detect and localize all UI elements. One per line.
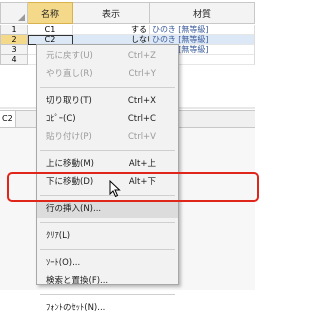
cell-reference: C2 — [0, 111, 16, 127]
menu-item-label: ｿｰﾄ(O)... — [46, 258, 81, 268]
menu-item-shortcut: Alt+上 — [128, 159, 156, 169]
menu-item-find-replace[interactable]: 検索と置換(F)... — [37, 272, 178, 290]
menu-item-label: ｺﾋﾟｰ(C) — [46, 114, 76, 124]
menu-item-label: 検索と置換(F)... — [46, 276, 109, 286]
menu-item-label: 貼り付け(P) — [46, 132, 92, 142]
menu-separator — [40, 87, 175, 88]
row-header[interactable]: 1 — [0, 25, 28, 35]
menu-item-shortcut: Ctrl+Z — [127, 51, 156, 61]
column-header-name[interactable]: 名称 — [28, 2, 73, 24]
menu-item-label: 切り取り(T) — [46, 96, 92, 106]
menu-separator — [40, 150, 175, 151]
row-header[interactable]: 4 — [0, 55, 28, 65]
menu-separator — [40, 249, 175, 250]
menu-item-copy[interactable]: ｺﾋﾟｰ(C) Ctrl+C — [37, 110, 178, 128]
menu-item-label: 元に戻す(U) — [46, 51, 93, 61]
column-header-material[interactable]: 材質 — [150, 2, 255, 24]
cell-material[interactable]: ひのき [無等級] — [150, 25, 255, 35]
menu-item-label: 下に移動(D) — [46, 177, 94, 187]
menu-separator — [40, 294, 175, 295]
menu-item-label: やり直し(R) — [46, 69, 93, 79]
context-menu: 元に戻す(U) Ctrl+Z やり直し(R) Ctrl+Y 切り取り(T) Ctrl+… — [36, 44, 179, 313]
menu-item-redo[interactable]: やり直し(R) Ctrl+Y — [37, 65, 178, 83]
menu-item-shortcut: Alt+下 — [128, 177, 156, 187]
menu-separator — [40, 222, 175, 223]
menu-item-shortcut: Ctrl+V — [127, 132, 156, 142]
cell-name[interactable]: C1 — [28, 25, 73, 35]
menu-item-label: ｸﾘｱ(L) — [46, 231, 71, 241]
menu-item-move-down[interactable]: 下に移動(D) Alt+下 — [37, 173, 178, 191]
menu-item-paste[interactable]: 貼り付け(P) Ctrl+V — [37, 128, 178, 146]
grid-corner[interactable] — [0, 2, 28, 24]
menu-item-shortcut: Ctrl+C — [127, 114, 156, 124]
menu-item-label: ﾌｫﾝﾄのｾｯﾄ(N)... — [46, 303, 106, 313]
cell-display[interactable]: する — [73, 25, 150, 35]
select-all-triangle-icon — [18, 14, 25, 21]
mouse-pointer-icon — [109, 180, 121, 198]
menu-item-sort[interactable]: ｿｰﾄ(O)... — [37, 254, 178, 272]
column-header-display[interactable]: 表示 — [73, 2, 150, 24]
menu-item-cut[interactable]: 切り取り(T) Ctrl+X — [37, 92, 178, 110]
menu-item-label: 上に移動(M) — [46, 159, 94, 169]
menu-item-shortcut: Ctrl+Y — [128, 69, 156, 79]
menu-item-undo[interactable]: 元に戻す(U) Ctrl+Z — [37, 47, 178, 65]
menu-item-font-set[interactable]: ﾌｫﾝﾄのｾｯﾄ(N)... — [37, 299, 178, 317]
menu-item-label: 行の挿入(N)... — [46, 204, 102, 214]
menu-item-insert-row[interactable]: 行の挿入(N)... — [37, 200, 178, 218]
menu-item-shortcut: Ctrl+X — [127, 96, 156, 106]
row-header[interactable]: 3 — [0, 45, 28, 55]
menu-item-move-up[interactable]: 上に移動(M) Alt+上 — [37, 155, 178, 173]
menu-item-clear[interactable]: ｸﾘｱ(L) — [37, 227, 178, 245]
row-header[interactable]: 2 — [0, 35, 28, 45]
menu-separator — [40, 195, 175, 196]
